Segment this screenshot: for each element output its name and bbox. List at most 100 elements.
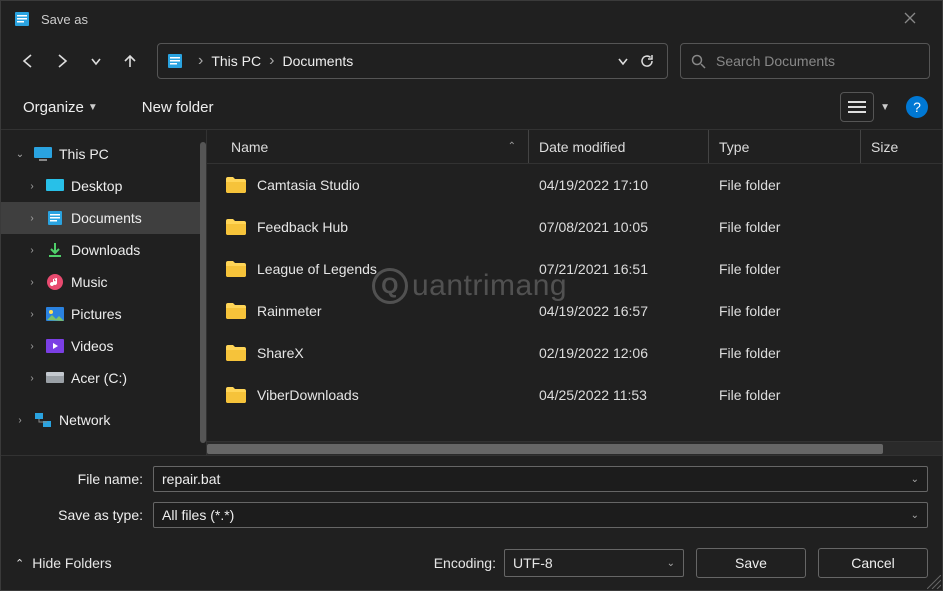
column-size[interactable]: Size — [861, 130, 942, 163]
tree-desktop[interactable]: › Desktop — [1, 170, 206, 202]
tree-scrollbar[interactable] — [200, 142, 206, 443]
file-date: 04/19/2022 16:57 — [529, 303, 709, 319]
table-row[interactable]: Feedback Hub 07/08/2021 10:05File folder — [207, 206, 942, 248]
file-name: ViberDownloads — [257, 387, 359, 403]
chevron-up-icon: ⌃ — [508, 141, 516, 152]
file-type: File folder — [709, 219, 861, 235]
table-row[interactable]: League of Legends 07/21/2021 16:51File fo… — [207, 248, 942, 290]
chevron-right-icon[interactable]: › — [25, 213, 39, 224]
chevron-right-icon[interactable]: › — [25, 373, 39, 384]
recent-dropdown[interactable] — [81, 46, 111, 76]
search-input[interactable]: Search Documents — [680, 43, 930, 79]
file-date: 04/19/2022 17:10 — [529, 177, 709, 193]
file-type: File folder — [709, 303, 861, 319]
horizontal-scrollbar[interactable] — [207, 441, 942, 455]
back-button[interactable] — [13, 46, 43, 76]
file-name: Camtasia Studio — [257, 177, 360, 193]
file-date: 07/08/2021 10:05 — [529, 219, 709, 235]
app-icon — [13, 10, 31, 28]
tree-documents[interactable]: › Documents — [1, 202, 206, 234]
address-dropdown[interactable] — [611, 46, 635, 76]
resize-grip[interactable] — [927, 575, 941, 589]
file-date: 04/25/2022 11:53 — [529, 387, 709, 403]
encoding-label: Encoding: — [434, 555, 496, 571]
save-button[interactable]: Save — [696, 548, 806, 578]
chevron-down-icon: ⌄ — [667, 558, 675, 569]
chevron-down-icon[interactable]: ⌄ — [911, 474, 919, 485]
table-row[interactable]: Camtasia Studio04/19/2022 17:10File fold… — [207, 164, 942, 206]
tree-acer-c[interactable]: › Acer (C:) — [1, 362, 206, 394]
breadcrumb-thispc[interactable]: This PC — [211, 53, 261, 69]
column-headers: Name⌃ Date modified Type Size — [207, 130, 942, 164]
file-date: 07/21/2021 16:51 — [529, 261, 709, 277]
tree-network[interactable]: › Network — [1, 404, 206, 436]
chevron-down-icon[interactable]: ⌄ — [13, 149, 27, 160]
downloads-icon — [45, 240, 65, 260]
chevron-down-icon[interactable]: ⌄ — [911, 510, 919, 521]
network-icon — [33, 410, 53, 430]
filename-label: File name: — [15, 471, 153, 487]
file-type: File folder — [709, 261, 861, 277]
file-name: Feedback Hub — [257, 219, 348, 235]
savetype-select[interactable]: All files (*.*) ⌄ — [153, 502, 928, 528]
save-as-dialog: Save as › This PC › Documents Search Doc… — [0, 0, 943, 591]
file-date: 02/19/2022 12:06 — [529, 345, 709, 361]
view-mode-button[interactable] — [840, 92, 874, 122]
music-icon — [45, 272, 65, 292]
table-row[interactable]: ViberDownloads 04/25/2022 11:53File folde… — [207, 374, 942, 416]
table-row[interactable]: Rainmeter04/19/2022 16:57File folder — [207, 290, 942, 332]
file-type: File folder — [709, 387, 861, 403]
forward-button[interactable] — [47, 46, 77, 76]
column-type[interactable]: Type — [709, 130, 861, 163]
organize-button[interactable]: Organize▼ — [15, 95, 106, 120]
file-list: Name⌃ Date modified Type Size Camtasia S… — [207, 130, 942, 455]
address-bar[interactable]: › This PC › Documents — [157, 43, 668, 79]
tree-pictures[interactable]: › Pictures — [1, 298, 206, 330]
nav-tree: ⌄ This PC › Desktop › Documents › Downlo… — [1, 130, 207, 455]
drive-icon — [45, 368, 65, 388]
up-button[interactable] — [115, 46, 145, 76]
main-area: ⌄ This PC › Desktop › Documents › Downlo… — [1, 129, 942, 455]
column-name[interactable]: Name⌃ — [207, 130, 529, 163]
search-icon — [691, 54, 706, 69]
breadcrumb-icon — [166, 52, 184, 70]
view-mode-dropdown[interactable]: ▼ — [880, 102, 890, 113]
toolbar: Organize▼ New folder ▼ ? — [1, 85, 942, 129]
file-type: File folder — [709, 345, 861, 361]
encoding-select[interactable]: UTF-8 ⌄ — [504, 549, 684, 577]
savetype-label: Save as type: — [15, 507, 153, 523]
close-button[interactable] — [890, 11, 930, 28]
chevron-up-icon: ⌃ — [15, 557, 24, 570]
documents-icon — [45, 208, 65, 228]
tree-music[interactable]: › Music — [1, 266, 206, 298]
help-button[interactable]: ? — [906, 96, 928, 118]
chevron-right-icon[interactable]: › — [25, 309, 39, 320]
cancel-button[interactable]: Cancel — [818, 548, 928, 578]
form-area: File name: repair.bat ⌄ Save as type: Al… — [1, 455, 942, 542]
breadcrumb-documents[interactable]: Documents — [282, 53, 353, 69]
tree-this-pc[interactable]: ⌄ This PC — [1, 138, 206, 170]
file-name: ShareX — [257, 345, 304, 361]
chevron-right-icon[interactable]: › — [25, 245, 39, 256]
pc-icon — [33, 144, 53, 164]
table-row[interactable]: ShareX 02/19/2022 12:06File folder — [207, 332, 942, 374]
chevron-right-icon[interactable]: › — [25, 341, 39, 352]
chevron-right-icon[interactable]: › — [198, 52, 203, 70]
chevron-right-icon[interactable]: › — [269, 52, 274, 70]
chevron-right-icon[interactable]: › — [25, 277, 39, 288]
column-date[interactable]: Date modified — [529, 130, 709, 163]
new-folder-button[interactable]: New folder — [134, 95, 222, 120]
tree-downloads[interactable]: › Downloads — [1, 234, 206, 266]
hide-folders-button[interactable]: ⌃ Hide Folders — [15, 555, 112, 571]
filename-input[interactable]: repair.bat ⌄ — [153, 466, 928, 492]
search-placeholder: Search Documents — [716, 53, 835, 69]
window-title: Save as — [41, 12, 890, 27]
chevron-right-icon[interactable]: › — [13, 415, 27, 426]
nav-bar: › This PC › Documents Search Documents — [1, 37, 942, 85]
footer: ⌃ Hide Folders Encoding: UTF-8 ⌄ Save Ca… — [1, 542, 942, 590]
chevron-right-icon[interactable]: › — [25, 181, 39, 192]
tree-videos[interactable]: › Videos — [1, 330, 206, 362]
file-name: League of Legends — [257, 261, 377, 277]
refresh-button[interactable] — [635, 46, 659, 76]
desktop-icon — [45, 176, 65, 196]
